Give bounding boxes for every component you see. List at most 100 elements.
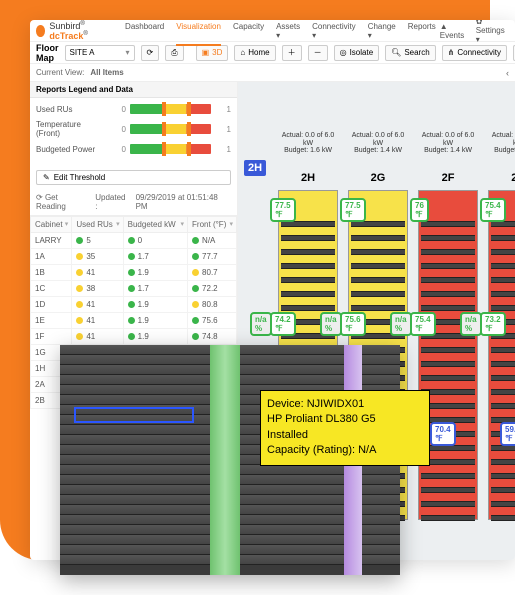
temp-badge-mid: 75.4℉ [410,312,436,336]
nav-right: ▲ Events ✿ Settings ▾ [440,20,509,44]
table-row[interactable]: 1E411.975.6 [31,313,237,329]
col-cabinet[interactable]: Cabinet [31,217,72,233]
updated-label: Updated : [95,193,129,211]
nav-dashboard[interactable]: Dashboard [125,22,164,40]
temp-badge-top: 77.5℉ [270,198,296,222]
get-reading-link[interactable]: ⟳ Get Reading [36,193,89,211]
tooltip-line: Device: NJIWIDX01 [267,397,423,412]
nav-visualization[interactable]: Visualization [176,22,221,40]
rack-id: 2E [488,172,515,184]
rack-2F[interactable]: Actual: 0.0 of 6.0 kWBudget: 1.4 kW2F76℉… [418,162,478,520]
pencil-icon: ✎ [43,173,50,182]
nav-reports[interactable]: Reports [408,22,436,40]
selected-device-box[interactable] [74,407,194,423]
brand-1: Sunbird [49,21,80,31]
table-row[interactable]: LARRY50N/A [31,233,237,249]
search-icon: 🔍︎ [391,48,401,57]
table-row[interactable]: 1D411.980.8 [31,297,237,313]
col-budgeted[interactable]: Budgeted kW [123,217,187,233]
col-front[interactable]: Front (°F) [188,217,237,233]
bar-min: 0 [110,145,126,154]
refresh-icon: ⟳ [147,48,154,57]
hum-badge: n/a% [460,312,482,336]
temp-badge-mid: 74.2℉ [270,312,296,336]
temp-badge-top: 77.5℉ [340,198,366,222]
toolbar: Floor Map SITE A ⟳ ⎙ ▣3D ⌂Home ＋ － ◎Isol… [30,42,515,64]
logo-icon [36,25,45,37]
table-row[interactable]: 1C381.772.2 [31,281,237,297]
site-select[interactable]: SITE A [65,45,135,61]
home-button[interactable]: ⌂Home [234,45,275,61]
rack-id: 2G [348,172,408,184]
connectivity-button[interactable]: ⋔Connectivity [442,45,507,61]
hum-badge: n/a% [250,312,272,336]
view-row: Current View: All Items ‹ [30,64,515,82]
nav-settings[interactable]: ✿ Settings ▾ [476,20,509,44]
green-column [210,345,240,575]
device-tooltip: Device: NJIWIDX01 HP Proliant DL380 G5 I… [260,390,430,466]
bar-label: Budgeted Power [36,145,106,154]
zoom-in-button[interactable]: ＋ [282,45,302,61]
temp-badge-mid: 73.2℉ [480,312,506,336]
rack-body [488,190,515,520]
current-view-label: Current View: [36,68,84,77]
tooltip-line: HP Proliant DL380 G5 [267,412,423,427]
updated-row: ⟳ Get Reading Updated : 09/29/2019 at 01… [30,189,237,216]
temp-badge-mid: 75.6℉ [340,312,366,336]
home-icon: ⌂ [240,48,245,57]
brand-2: dcTrack [49,31,83,41]
rack-id: 2H [278,172,338,184]
hum-badge: n/a% [390,312,412,336]
bar-max: 1 [215,105,231,114]
rack-kw: Actual: 0.0 of 6.0 kWBudget: 1.6 kW [278,132,338,155]
link-icon: ⋔ [448,48,455,57]
bar-min: 0 [110,125,126,134]
bell-icon: ▲ [440,22,448,31]
bar-track[interactable] [130,144,211,154]
nav-assets[interactable]: Assets ▾ [276,22,300,40]
tooltip-line: Installed [267,428,423,443]
bar-budgeted: Budgeted Power 0 1 [36,144,231,154]
table-row[interactable]: 1A351.777.7 [31,249,237,265]
rack-id: 2F [418,172,478,184]
bar-min: 0 [110,105,126,114]
nav-connectivity[interactable]: Connectivity ▾ [312,22,356,40]
temp-badge-top: 76℉ [410,198,429,222]
search-button[interactable]: 🔍︎Search [385,45,436,61]
rack-2E[interactable]: Actual: 0.0 of 6.0 kWBudget: 2.0 kW2E75.… [488,162,515,520]
tooltip-line: Capacity (Rating): N/A [267,443,423,458]
legend-bars: Used RUs 0 1 Temperature (Front) 0 1 Bud… [30,98,237,166]
topbar: Sunbird® dcTrack® Dashboard Visualizatio… [30,20,515,42]
refresh-icon: ⟳ [36,193,43,202]
bar-track[interactable] [130,104,211,114]
3d-button[interactable]: ▣3D [196,45,229,61]
temp-badge-bot: 70.4℉ [430,422,456,446]
print-icon: ⎙ [171,48,177,58]
bar-label: Used RUs [36,105,106,114]
current-view-value: All Items [90,68,123,77]
plus-icon: ＋ [288,47,296,58]
table-row[interactable]: 1F411.974.8 [31,329,237,345]
bar-used-rus: Used RUs 0 1 [36,104,231,114]
rack-kw: Actual: 0.0 of 6.0 kWBudget: 2.0 kW [488,132,515,155]
cube-icon: ▣ [202,48,210,57]
nav-events[interactable]: ▲ Events [440,22,466,40]
edit-threshold-button[interactable]: ✎Edit Threshold [36,170,231,185]
print-button[interactable]: ⎙ [165,45,183,61]
collapse-icon[interactable]: ‹ [506,68,509,78]
rack-body [418,190,478,520]
nav-change[interactable]: Change ▾ [368,22,396,40]
bar-max: 1 [215,125,231,134]
rack-kw: Actual: 0.0 of 6.0 kWBudget: 1.4 kW [418,132,478,155]
zoom-out-button[interactable]: － [308,45,328,61]
main-nav: Dashboard Visualization Capacity Assets … [125,22,436,40]
refresh-button[interactable]: ⟳ [141,45,160,61]
bar-temperature: Temperature (Front) 0 1 [36,120,231,138]
bar-track[interactable] [130,124,211,134]
bar-label: Temperature (Front) [36,120,106,138]
isolate-button[interactable]: ◎Isolate [334,45,380,61]
col-used-rus[interactable]: Used RUs [72,217,123,233]
table-row[interactable]: 1B411.980.7 [31,265,237,281]
minus-icon: － [314,47,322,58]
nav-capacity[interactable]: Capacity [233,22,264,40]
